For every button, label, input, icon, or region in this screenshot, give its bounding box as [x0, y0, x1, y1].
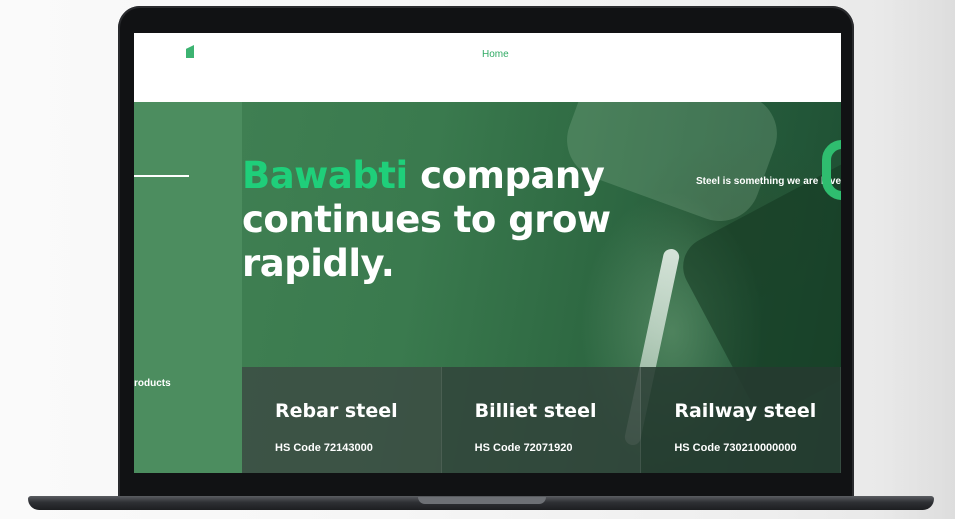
product-card-rebar[interactable]: Rebar steel HS Code 72143000	[242, 367, 442, 473]
side-panel-divider	[134, 175, 189, 177]
product-card-railway[interactable]: Railway steel HS Code 730210000000	[641, 367, 841, 473]
product-card-hs-code: HS Code 730210000000	[674, 442, 797, 454]
top-navigation: Home	[134, 33, 841, 102]
hero-side-panel: roducts	[134, 102, 242, 473]
hero-headline: Bawabti company continues to grow rapidl…	[242, 154, 662, 286]
headline-brand-name: Bawabti	[242, 154, 408, 197]
laptop-screen: Home roducts Bawabti company continues t…	[134, 33, 841, 473]
phone-icon[interactable]	[822, 140, 841, 200]
product-card-title: Billiet steel	[474, 400, 597, 422]
product-card-billiet[interactable]: Billiet steel HS Code 72071920	[441, 367, 642, 473]
product-card-title: Rebar steel	[275, 400, 398, 422]
product-card-hs-code: HS Code 72143000	[275, 442, 373, 454]
side-panel-products-label[interactable]: roducts	[134, 378, 171, 389]
laptop-hinge-notch	[418, 497, 546, 504]
product-card-title: Railway steel	[674, 400, 817, 422]
product-card-hs-code: HS Code 72071920	[474, 442, 573, 454]
product-cards: Rebar steel HS Code 72143000 Billiet ste…	[242, 367, 841, 473]
background-shadow	[880, 0, 955, 519]
hero-tagline: Steel is something we are love	[696, 176, 841, 187]
logo-icon[interactable]	[186, 45, 194, 58]
nav-link-home[interactable]: Home	[482, 49, 509, 60]
hero-section: roducts Bawabti company continues to gro…	[134, 102, 841, 473]
